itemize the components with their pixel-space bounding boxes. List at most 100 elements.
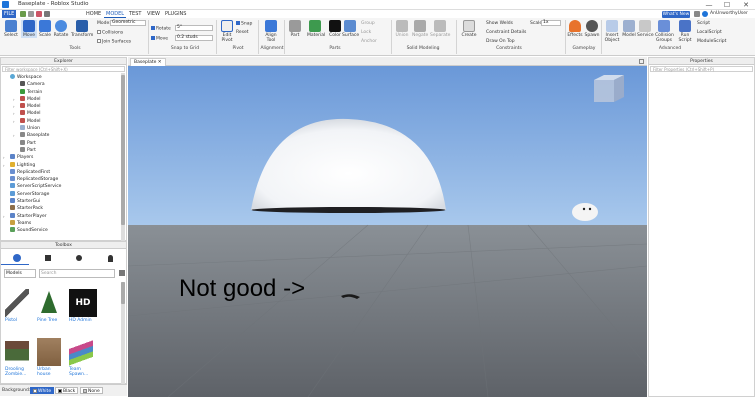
tree-item-model[interactable]: › Model: [3, 103, 120, 110]
tree-item-terrain[interactable]: Terrain: [3, 88, 120, 96]
material-button[interactable]: Material: [307, 20, 325, 38]
tree-item-baseplate[interactable]: › Baseplate: [3, 132, 120, 139]
join-surfaces-toggle[interactable]: Join Surfaces: [97, 39, 131, 45]
toolbox-search-input[interactable]: Search: [39, 269, 115, 278]
part-button[interactable]: Part: [287, 20, 303, 38]
tree-item-part[interactable]: Part: [3, 139, 120, 147]
asset-pistol[interactable]: Pistol: [5, 289, 33, 323]
scale-tool[interactable]: Scale: [37, 20, 53, 38]
collisions-toggle[interactable]: Collisions: [97, 30, 123, 36]
insert-object-button[interactable]: Insert Object: [604, 20, 620, 43]
effects-button[interactable]: Effects: [567, 20, 583, 38]
model-button[interactable]: Model: [621, 20, 637, 38]
join-surfaces-checkbox[interactable]: [97, 39, 101, 43]
script-button[interactable]: Script: [697, 21, 710, 26]
move-increment-input[interactable]: 0.2 studs: [175, 35, 213, 41]
mode-select[interactable]: Geometric: [110, 20, 146, 26]
explorer-scroll-thumb[interactable]: [121, 75, 125, 225]
rotate-increment-input[interactable]: 5°: [175, 25, 213, 31]
tree-item-server-storage[interactable]: ServerStorage: [3, 190, 120, 198]
marketplace-icon[interactable]: [13, 254, 21, 262]
expand-arrow-icon[interactable]: ›: [13, 103, 15, 110]
bg-black-button[interactable]: Black: [55, 387, 79, 394]
toolbox-scroll-thumb[interactable]: [121, 282, 125, 304]
minimize-button[interactable]: —: [700, 0, 718, 10]
service-button[interactable]: Service: [637, 20, 654, 38]
asset-pine-tree[interactable]: Pine Tree: [37, 289, 65, 323]
user-name[interactable]: AnUnworthyUser: [710, 11, 748, 16]
surface-button[interactable]: Surface: [342, 20, 359, 38]
expand-arrow-icon[interactable]: ›: [3, 213, 5, 220]
tab-test[interactable]: TEST: [127, 10, 143, 18]
tab-model[interactable]: MODEL: [104, 10, 127, 18]
tab-baseplate[interactable]: Baseplate ✕: [130, 58, 166, 66]
anchor-button[interactable]: Anchor: [361, 39, 377, 44]
file-menu[interactable]: FILE: [2, 10, 16, 18]
category-select[interactable]: Models: [4, 269, 36, 278]
group-button[interactable]: Group: [361, 21, 375, 26]
expand-arrow-icon[interactable]: ›: [13, 110, 15, 117]
undo-icon[interactable]: [20, 11, 26, 17]
character-model[interactable]: [572, 203, 598, 221]
tree-item-camera[interactable]: Camera: [3, 81, 120, 88]
tree-item-sound-service[interactable]: SoundService: [3, 227, 120, 234]
tree-item-starter-gui[interactable]: StarterGui: [3, 198, 120, 205]
draw-on-top-button[interactable]: Draw On Top: [486, 39, 515, 44]
expand-arrow-icon[interactable]: ›: [13, 132, 15, 139]
local-script-button[interactable]: LocalScript: [697, 30, 722, 35]
asset-team-spawn[interactable]: Team Spawn...: [69, 338, 97, 377]
run-script-button[interactable]: Run Script: [677, 20, 693, 43]
inventory-icon[interactable]: [45, 255, 51, 261]
expand-arrow-icon[interactable]: ›: [13, 118, 15, 125]
tab-view[interactable]: VIEW: [145, 10, 162, 18]
redo-icon[interactable]: [28, 11, 34, 17]
reset-pivot-button[interactable]: Reset: [236, 30, 249, 35]
recent-icon[interactable]: [76, 255, 82, 261]
edit-pivot-button[interactable]: Edit Pivot: [219, 20, 235, 43]
align-tool-button[interactable]: Align Tool: [263, 20, 279, 43]
rotate-snap-checkbox[interactable]: [151, 26, 155, 30]
move-snap-checkbox[interactable]: [151, 36, 155, 40]
bg-white-button[interactable]: White: [30, 387, 55, 394]
move-snap-toggle[interactable]: Move: [151, 36, 168, 42]
tree-item-model[interactable]: › Model: [3, 110, 120, 117]
show-welds-button[interactable]: Show Welds: [486, 21, 513, 26]
tree-item-players[interactable]: › Players: [3, 154, 120, 161]
tree-item-model[interactable]: › Model: [3, 95, 120, 103]
asset-hd-admin[interactable]: HD HD Admin: [69, 289, 97, 323]
help-icon[interactable]: [694, 11, 700, 17]
tree-item-starter-pack[interactable]: StarterPack: [3, 205, 120, 212]
customize-icon[interactable]: [44, 11, 50, 17]
expand-arrow-icon[interactable]: ›: [13, 96, 15, 103]
expand-viewport-icon[interactable]: [639, 59, 644, 64]
bg-none-button[interactable]: None: [80, 387, 103, 394]
collision-groups-button[interactable]: Collision Groups: [655, 20, 674, 43]
close-button[interactable]: ✕: [737, 0, 755, 10]
view-selector-cube[interactable]: [594, 75, 624, 102]
tab-home[interactable]: HOME: [84, 10, 103, 18]
scene-render[interactable]: [128, 66, 647, 397]
transform-tool[interactable]: Transform: [71, 20, 93, 38]
expand-arrow-icon[interactable]: ›: [3, 154, 5, 161]
create-constraint-button[interactable]: Create: [461, 20, 477, 38]
constraint-scale-select[interactable]: 1x: [541, 20, 561, 26]
tree-item-model[interactable]: › Model: [3, 117, 120, 125]
whats-new-button[interactable]: What's New: [662, 11, 690, 18]
user-avatar-icon[interactable]: [702, 11, 708, 17]
tree-item-server-script-service[interactable]: ServerScriptService: [3, 183, 120, 190]
tree-item-lighting[interactable]: › Lighting: [3, 161, 120, 169]
tree-item-workspace[interactable]: Workspace: [3, 74, 120, 81]
color-button[interactable]: Color: [327, 20, 343, 38]
snap-toggle[interactable]: Snap: [236, 21, 252, 27]
select-tool[interactable]: Select: [3, 20, 19, 38]
rotate-snap-toggle[interactable]: Rotate: [151, 26, 171, 32]
3d-viewport[interactable]: Not good ->: [128, 66, 647, 397]
collisions-checkbox[interactable]: [97, 30, 101, 34]
union-button[interactable]: Union: [394, 20, 410, 38]
tree-item-teams[interactable]: Teams: [3, 219, 120, 227]
quick-access-icon[interactable]: [36, 11, 42, 17]
explorer-filter-input[interactable]: Filter workspace (Ctrl+Shift+X): [2, 66, 125, 72]
tree-item-replicated-storage[interactable]: ReplicatedStorage: [3, 176, 120, 183]
tree-item-starter-player[interactable]: › StarterPlayer: [3, 212, 120, 220]
tree-item-union[interactable]: Union: [3, 125, 120, 132]
